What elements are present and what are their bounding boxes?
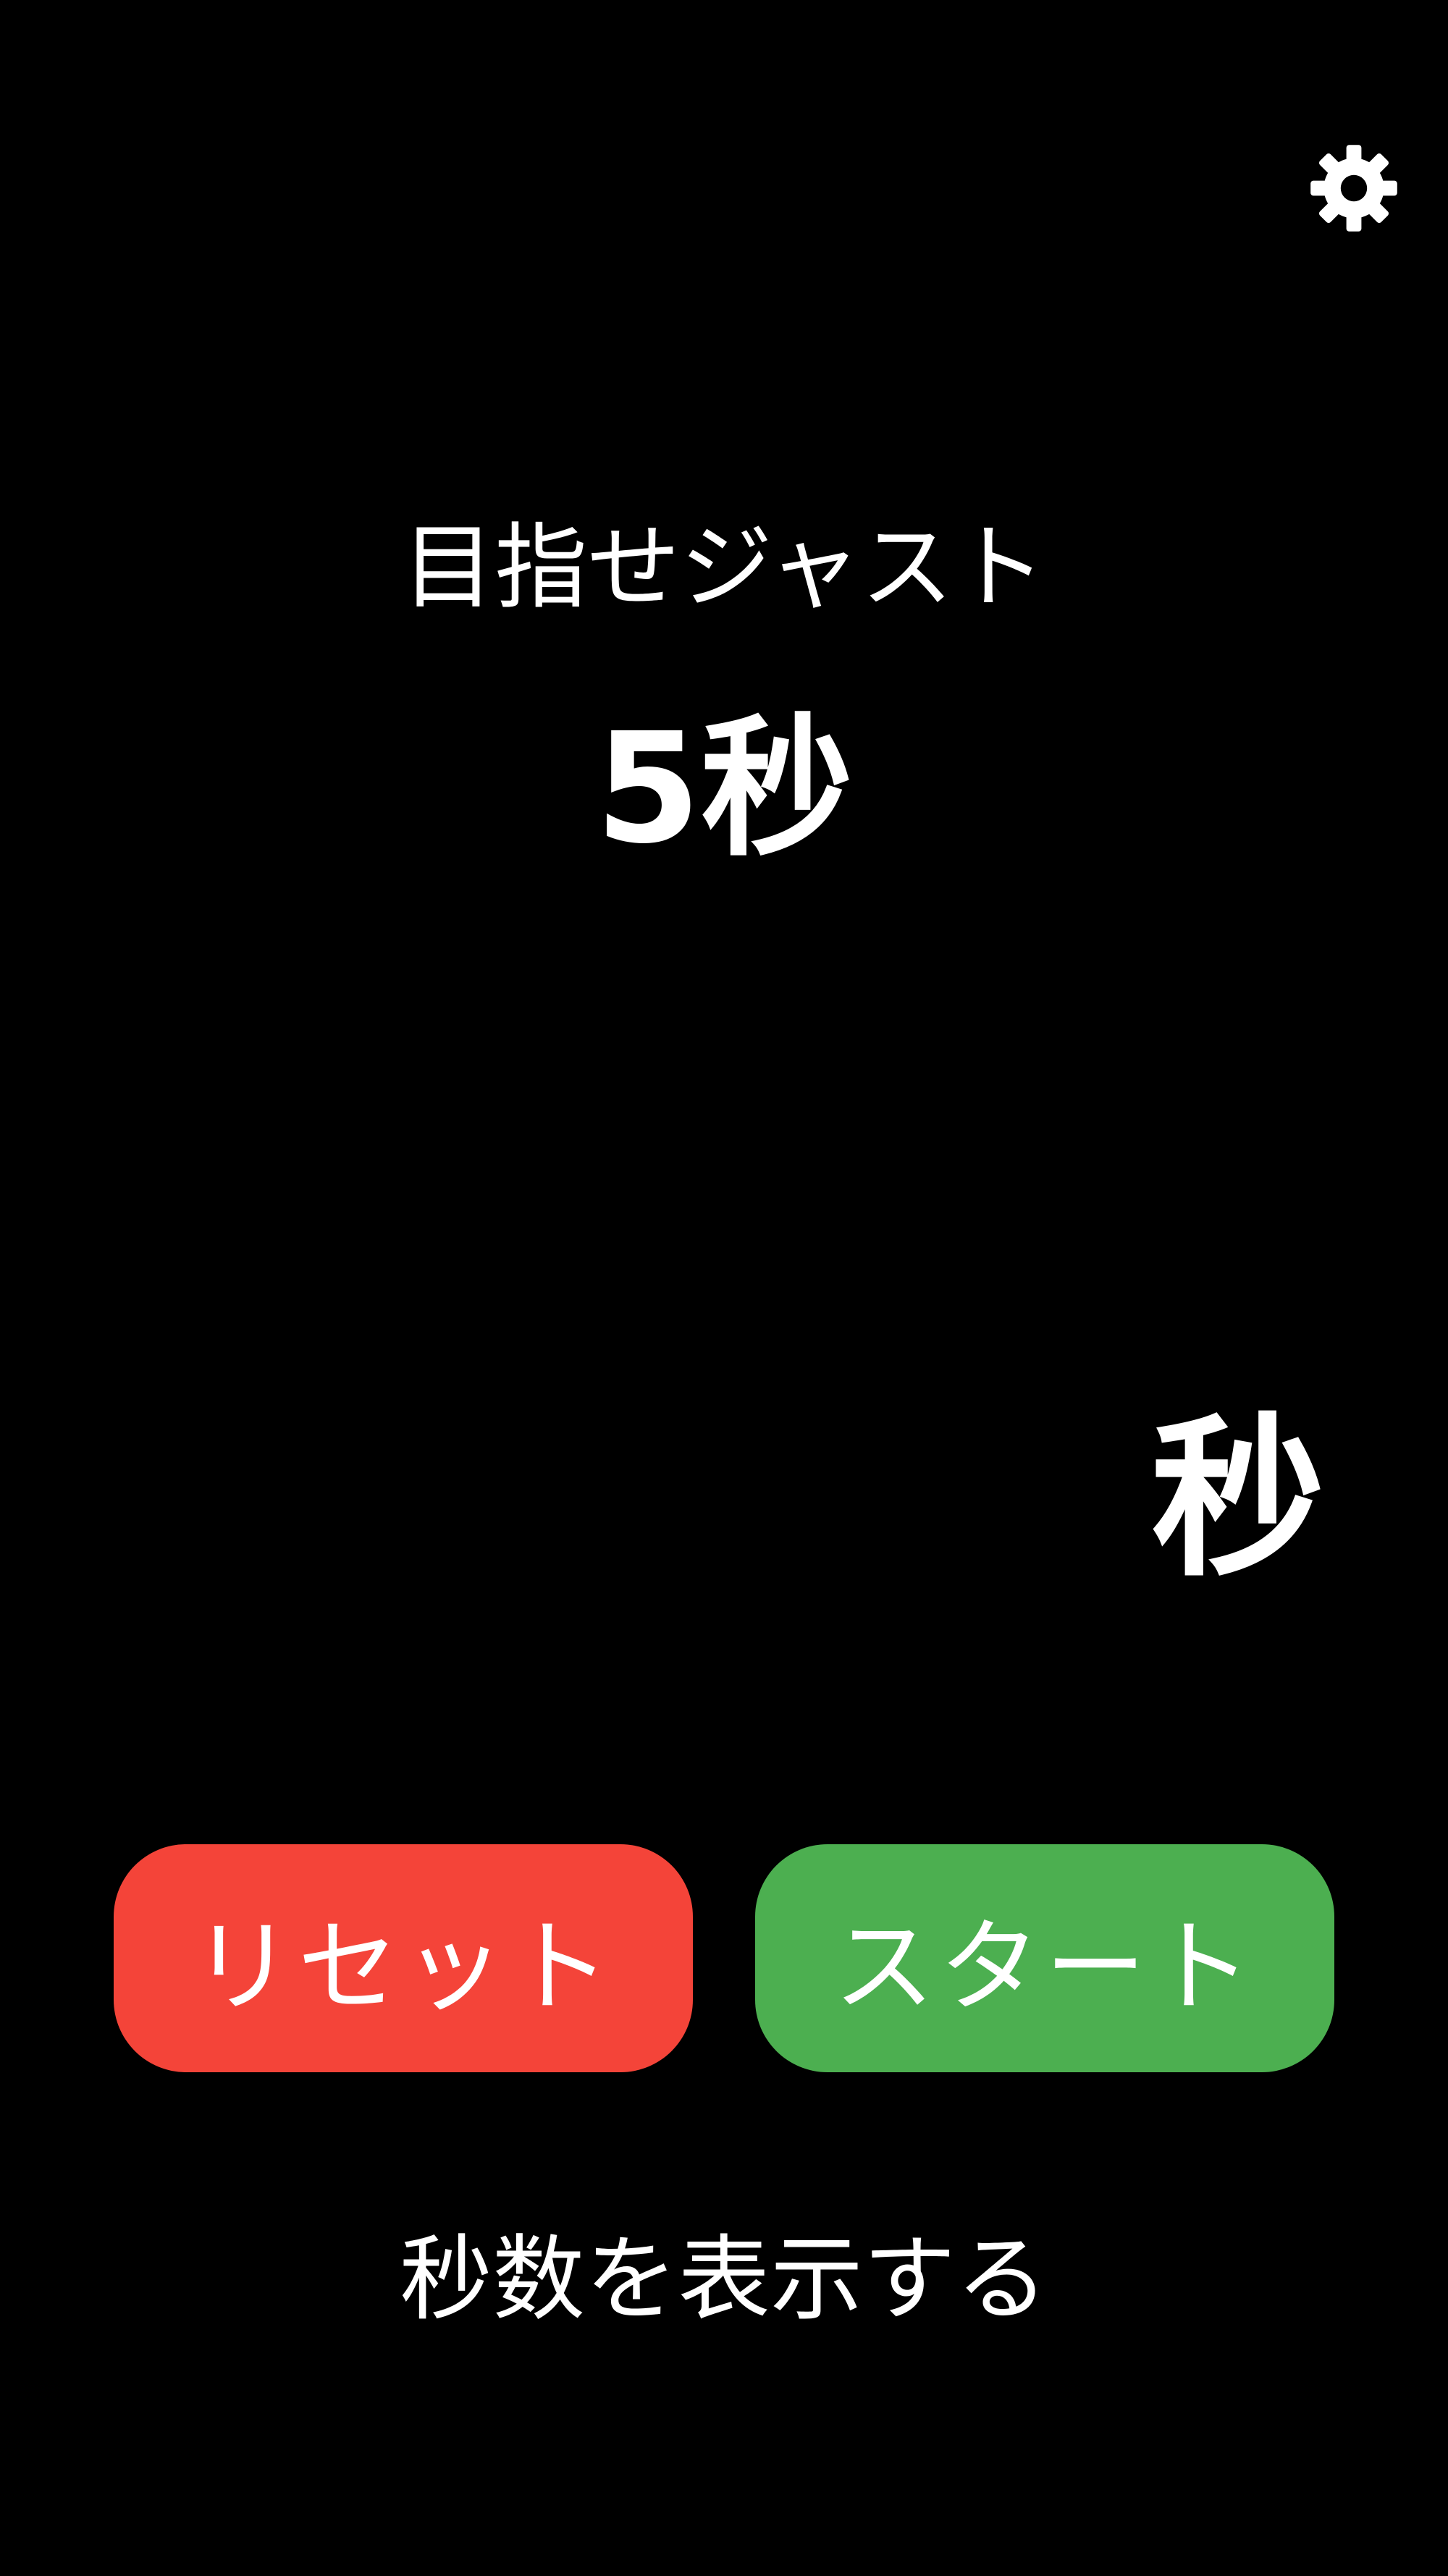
gear-icon [1310, 145, 1397, 232]
elapsed-time-display: 秒 [724, 1368, 1325, 1600]
goal-label: 目指せジャスト [402, 514, 1046, 622]
reset-button[interactable]: リセット [114, 1844, 693, 2072]
show-seconds-toggle[interactable]: 秒数を表示する [0, 2215, 1448, 2345]
seconds-unit: 秒 [1150, 1397, 1325, 1600]
settings-button[interactable] [1303, 138, 1405, 239]
goal-seconds: 5秒 [594, 700, 854, 877]
start-button[interactable]: スタート [755, 1844, 1334, 2072]
